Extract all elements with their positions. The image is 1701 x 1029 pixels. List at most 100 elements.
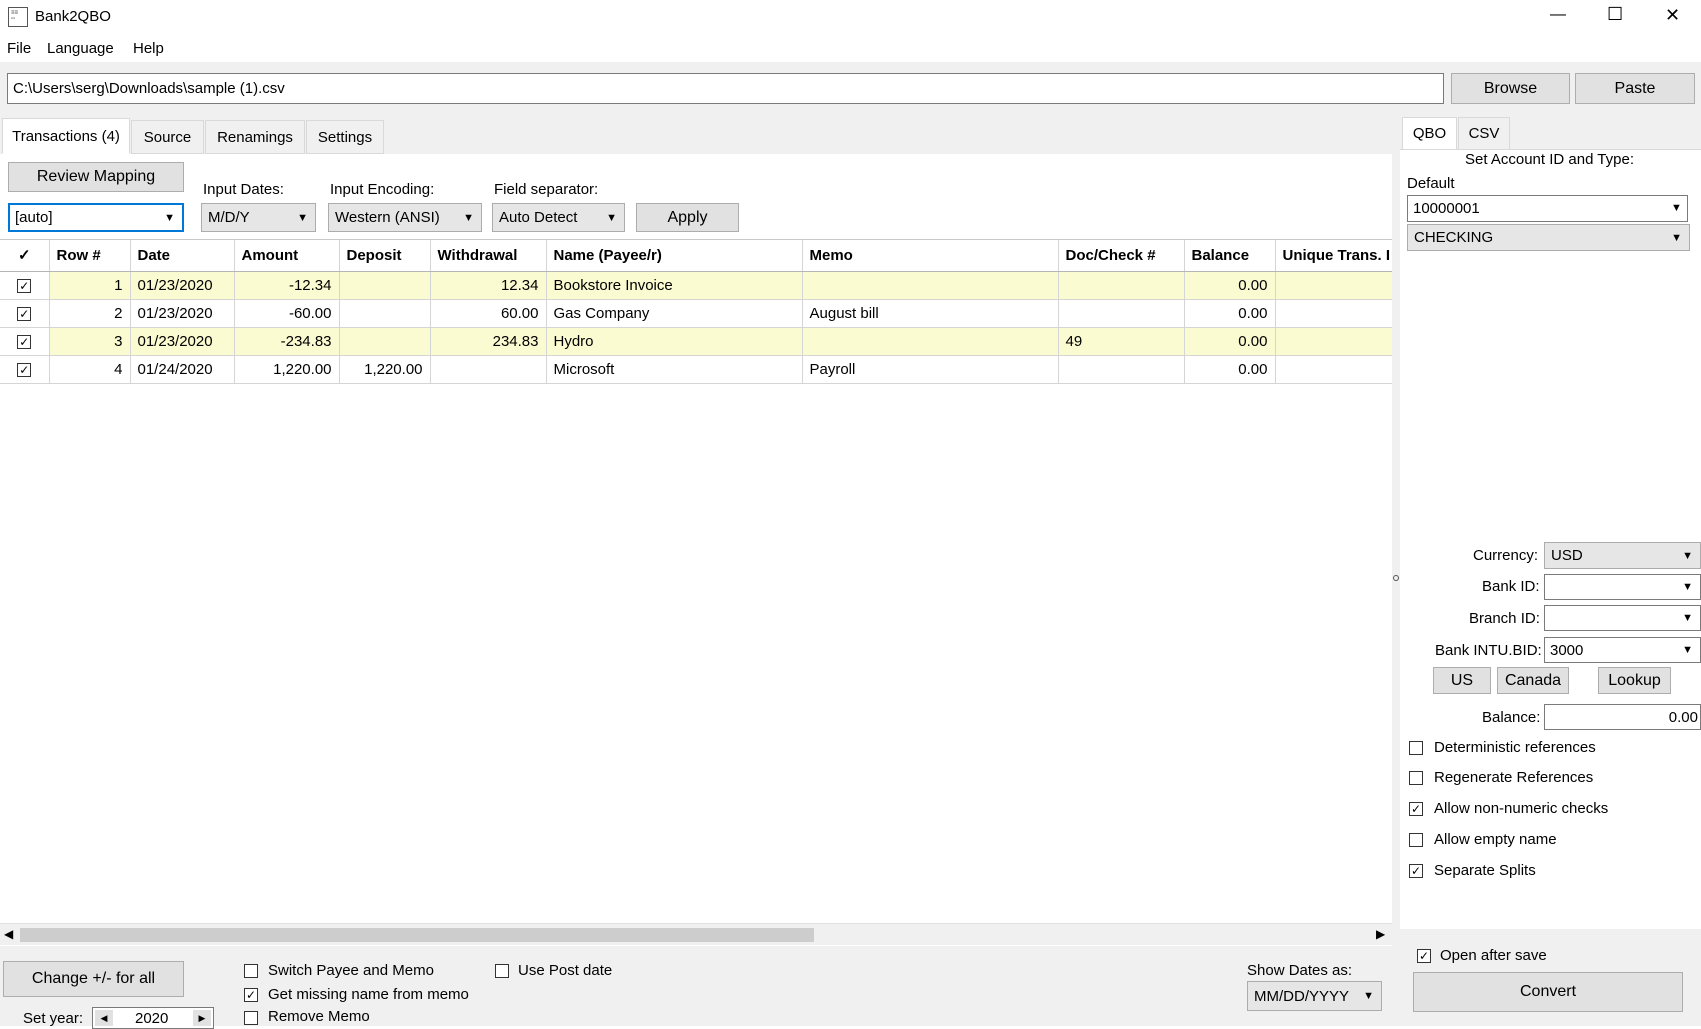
field-separator-select[interactable]: Auto Detect ▼: [492, 203, 625, 232]
table-row[interactable]: ✓ 3 01/23/2020 -234.83 234.83 Hydro 49 0…: [0, 327, 1392, 356]
chevron-down-icon[interactable]: ▼: [1682, 581, 1693, 593]
tab-source[interactable]: Source: [131, 120, 204, 154]
column-header-memo[interactable]: Memo: [802, 240, 1059, 272]
separate-splits-checkbox[interactable]: ✓: [1409, 864, 1423, 878]
panel-splitter[interactable]: [1392, 112, 1400, 1026]
cell-amount[interactable]: 1,220.00: [234, 355, 340, 384]
change-sign-button[interactable]: Change +/- for all: [3, 961, 184, 997]
cell-name[interactable]: Microsoft: [546, 355, 803, 384]
cell-deposit[interactable]: 1,220.00: [339, 355, 431, 384]
apply-button[interactable]: Apply: [636, 203, 739, 232]
deterministic-references-label[interactable]: Deterministic references: [1434, 739, 1596, 756]
column-header-row[interactable]: Row #: [49, 240, 131, 272]
convert-button[interactable]: Convert: [1413, 972, 1683, 1012]
cell-memo[interactable]: August bill: [802, 299, 1059, 328]
row-checkbox[interactable]: ✓: [0, 299, 50, 328]
table-row[interactable]: ✓ 4 01/24/2020 1,220.00 1,220.00 Microso…: [0, 355, 1392, 384]
switch-payee-memo-checkbox[interactable]: [244, 964, 258, 978]
maximize-icon[interactable]: ☐: [1607, 4, 1623, 25]
cell-memo[interactable]: [802, 271, 1059, 300]
year-decrement-icon[interactable]: ◀: [95, 1010, 113, 1026]
file-path-field[interactable]: C:\Users\serg\Downloads\sample (1).csv: [7, 73, 1444, 104]
row-checkbox[interactable]: ✓: [0, 271, 50, 300]
cell-amount[interactable]: -12.34: [234, 271, 340, 300]
cell-name[interactable]: Bookstore Invoice: [546, 271, 803, 300]
cell-row[interactable]: 4: [49, 355, 131, 384]
cell-date[interactable]: 01/23/2020: [130, 271, 235, 300]
cell-withdrawal[interactable]: 60.00: [430, 299, 547, 328]
separate-splits-label[interactable]: Separate Splits: [1434, 862, 1536, 879]
cell-withdrawal[interactable]: 12.34: [430, 271, 547, 300]
cell-unique[interactable]: [1275, 355, 1392, 384]
intu-bid-field[interactable]: 3000 ▼: [1544, 637, 1701, 663]
tab-csv[interactable]: CSV: [1458, 117, 1510, 150]
column-header-name[interactable]: Name (Payee/r): [546, 240, 803, 272]
regenerate-references-label[interactable]: Regenerate References: [1434, 769, 1593, 786]
cell-withdrawal[interactable]: 234.83: [430, 327, 547, 356]
open-after-save-label[interactable]: Open after save: [1440, 947, 1547, 964]
tab-qbo[interactable]: QBO: [1402, 117, 1457, 150]
paste-button[interactable]: Paste: [1575, 73, 1695, 104]
scroll-left-icon[interactable]: ◀: [4, 927, 13, 941]
account-id-field[interactable]: 10000001: [1407, 195, 1688, 222]
use-post-date-checkbox[interactable]: [495, 964, 509, 978]
tab-renamings[interactable]: Renamings: [205, 120, 305, 154]
remove-memo-checkbox[interactable]: [244, 1011, 258, 1025]
cell-row[interactable]: 1: [49, 271, 131, 300]
deterministic-references-checkbox[interactable]: [1409, 741, 1423, 755]
account-type-select[interactable]: CHECKING ▼: [1407, 224, 1690, 251]
cell-doc[interactable]: 49: [1058, 327, 1185, 356]
row-checkbox[interactable]: ✓: [0, 355, 50, 384]
account-id-dropdown-icon[interactable]: ▼: [1667, 197, 1686, 220]
cell-deposit[interactable]: [339, 271, 431, 300]
menu-help[interactable]: Help: [133, 40, 164, 57]
remove-memo-label[interactable]: Remove Memo: [268, 1008, 370, 1025]
chevron-down-icon[interactable]: ▼: [1682, 644, 1693, 656]
cell-date[interactable]: 01/23/2020: [130, 299, 235, 328]
cell-date[interactable]: 01/24/2020: [130, 355, 235, 384]
column-header-date[interactable]: Date: [130, 240, 235, 272]
regenerate-references-checkbox[interactable]: [1409, 771, 1423, 785]
bank-id-field[interactable]: ▼: [1544, 574, 1701, 600]
scrollbar-thumb[interactable]: [20, 928, 814, 942]
show-dates-select[interactable]: MM/DD/YYYY ▼: [1247, 981, 1382, 1011]
column-header-balance[interactable]: Balance: [1184, 240, 1276, 272]
close-icon[interactable]: ✕: [1665, 5, 1680, 26]
cell-doc[interactable]: [1058, 299, 1185, 328]
currency-select[interactable]: USD ▼: [1544, 542, 1701, 569]
column-header-deposit[interactable]: Deposit: [339, 240, 431, 272]
column-header-amount[interactable]: Amount: [234, 240, 340, 272]
column-header-doc-check[interactable]: Doc/Check #: [1058, 240, 1185, 272]
open-after-save-checkbox[interactable]: ✓: [1417, 949, 1431, 963]
cell-row[interactable]: 3: [49, 327, 131, 356]
table-row[interactable]: ✓ 1 01/23/2020 -12.34 12.34 Bookstore In…: [0, 271, 1392, 300]
table-row[interactable]: ✓ 2 01/23/2020 -60.00 60.00 Gas Company …: [0, 299, 1392, 328]
minimize-icon[interactable]: —: [1550, 6, 1566, 24]
horizontal-scrollbar[interactable]: ◀ ▶: [0, 923, 1392, 945]
allow-non-numeric-checks-checkbox[interactable]: ✓: [1409, 802, 1423, 816]
cell-amount[interactable]: -234.83: [234, 327, 340, 356]
cell-unique[interactable]: [1275, 327, 1392, 356]
get-missing-name-checkbox[interactable]: ✓: [244, 988, 258, 1002]
column-header-check[interactable]: ✓: [0, 240, 50, 272]
lookup-button[interactable]: Lookup: [1598, 667, 1671, 694]
cell-deposit[interactable]: [339, 299, 431, 328]
balance-field[interactable]: 0.00: [1544, 704, 1701, 730]
menu-language[interactable]: Language: [47, 40, 114, 57]
row-checkbox[interactable]: ✓: [0, 327, 50, 356]
cell-doc[interactable]: [1058, 355, 1185, 384]
tab-transactions[interactable]: Transactions (4): [2, 118, 130, 154]
canada-button[interactable]: Canada: [1497, 667, 1569, 694]
cell-name[interactable]: Hydro: [546, 327, 803, 356]
cell-doc[interactable]: [1058, 271, 1185, 300]
chevron-down-icon[interactable]: ▼: [1682, 612, 1693, 624]
us-button[interactable]: US: [1433, 667, 1491, 694]
use-post-date-label[interactable]: Use Post date: [518, 962, 612, 979]
cell-memo[interactable]: Payroll: [802, 355, 1059, 384]
input-encoding-select[interactable]: Western (ANSI) ▼: [328, 203, 482, 232]
review-mapping-button[interactable]: Review Mapping: [8, 162, 184, 192]
allow-empty-name-checkbox[interactable]: [1409, 833, 1423, 847]
cell-deposit[interactable]: [339, 327, 431, 356]
cell-withdrawal[interactable]: [430, 355, 547, 384]
cell-memo[interactable]: [802, 327, 1059, 356]
